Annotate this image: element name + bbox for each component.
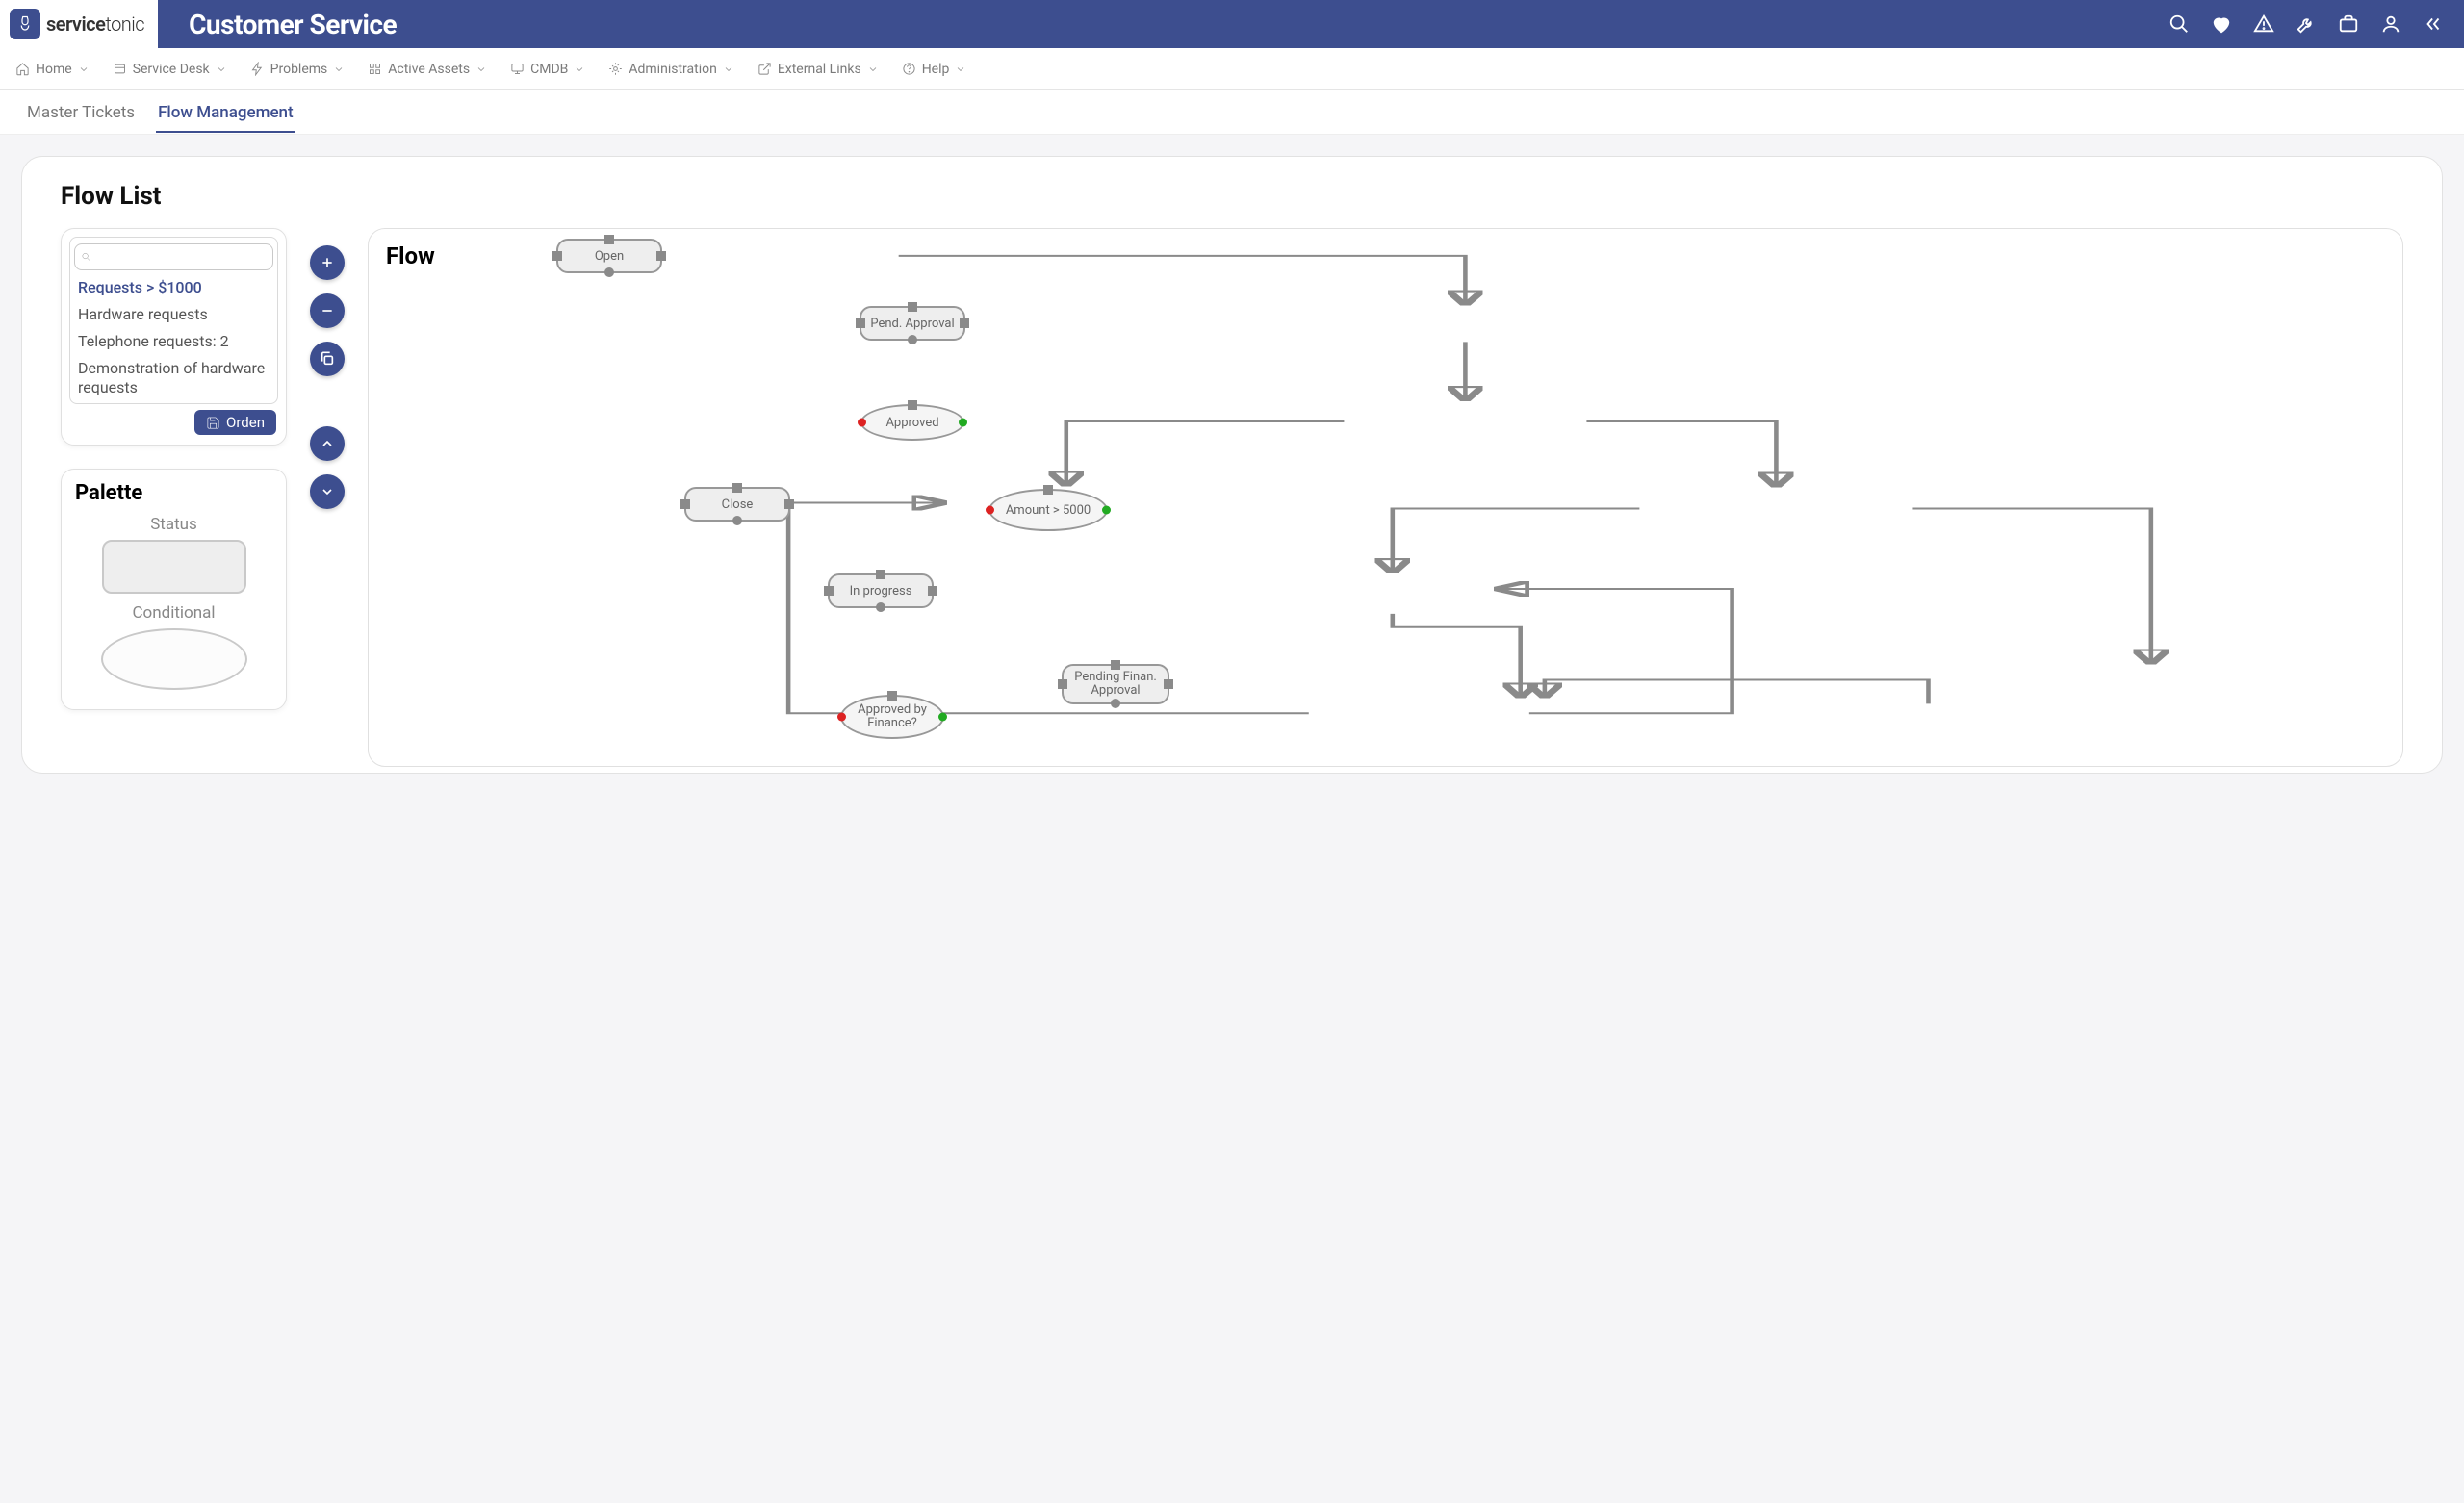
palette-conditional-shape[interactable] — [101, 628, 247, 690]
logo[interactable]: servicetonic — [0, 0, 158, 48]
order-button[interactable]: Orden — [194, 410, 276, 435]
nav-bar: Home Service Desk Problems Active Assets… — [0, 48, 2464, 90]
chevron-down-icon — [475, 64, 487, 75]
flow-list-title: Flow List — [61, 182, 2403, 211]
remove-flow-button[interactable] — [310, 293, 345, 328]
nav-label: Service Desk — [133, 62, 210, 77]
move-down-button[interactable] — [310, 474, 345, 509]
add-flow-button[interactable] — [310, 245, 345, 280]
nav-label: CMDB — [530, 62, 568, 77]
node-approved-finance[interactable]: Approved by Finance? — [840, 695, 944, 739]
app-header: servicetonic Customer Service — [0, 0, 2464, 48]
flow-canvas[interactable]: Open Pend. Approval Approved Close — [484, 235, 2402, 766]
flow-list-panel: Requests > $1000 Hardware requests Telep… — [61, 228, 287, 446]
nav-service-desk[interactable]: Service Desk — [101, 48, 239, 90]
nav-label: Active Assets — [388, 62, 470, 77]
node-label: In progress — [850, 584, 912, 599]
nav-administration[interactable]: Administration — [597, 48, 745, 90]
nav-external-links[interactable]: External Links — [746, 48, 890, 90]
main-card: Flow List Requests > $1000 Hardware requ… — [21, 156, 2443, 774]
flow-canvas-panel: Flow — [368, 228, 2403, 767]
node-in-progress[interactable]: In progress — [828, 573, 934, 608]
logo-text-2: tonic — [105, 13, 144, 36]
tabs: Master Tickets Flow Management — [0, 90, 2464, 135]
flow-item[interactable]: Telephone requests: 2 — [74, 328, 273, 355]
nav-active-assets[interactable]: Active Assets — [356, 48, 499, 90]
nav-problems[interactable]: Problems — [239, 48, 357, 90]
page-title: Customer Service — [189, 9, 397, 40]
tab-flow-management[interactable]: Flow Management — [146, 92, 305, 133]
node-label: Pending Finan. Approval — [1069, 671, 1162, 699]
logo-text-1: service — [46, 13, 105, 36]
nav-label: Problems — [270, 62, 328, 77]
palette-status-label: Status — [75, 515, 272, 534]
flow-search[interactable] — [74, 243, 273, 270]
nav-help[interactable]: Help — [890, 48, 979, 90]
user-icon[interactable] — [2370, 3, 2412, 45]
heart-icon[interactable] — [2200, 3, 2243, 45]
node-label: Open — [595, 249, 624, 264]
nav-label: External Links — [778, 62, 861, 77]
palette-title: Palette — [75, 481, 272, 505]
nav-label: Help — [922, 62, 950, 77]
node-approved[interactable]: Approved — [860, 404, 964, 441]
nav-home[interactable]: Home — [4, 48, 101, 90]
chevron-down-icon — [78, 64, 90, 75]
node-label: Pend. Approval — [870, 317, 954, 331]
palette-status-shape[interactable] — [102, 540, 246, 594]
node-label: Approved by Finance? — [848, 703, 937, 731]
node-open[interactable]: Open — [556, 239, 662, 273]
wrench-icon[interactable] — [2285, 3, 2327, 45]
chevron-down-icon — [574, 64, 585, 75]
move-up-button[interactable] — [310, 426, 345, 461]
chevron-down-icon — [216, 64, 227, 75]
node-pending-finan[interactable]: Pending Finan. Approval — [1062, 664, 1169, 704]
collapse-icon[interactable] — [2412, 3, 2454, 45]
alert-icon[interactable] — [2243, 3, 2285, 45]
chevron-down-icon — [723, 64, 734, 75]
logo-icon — [10, 9, 40, 39]
flow-item[interactable]: Demonstration of hardware requests — [74, 355, 273, 401]
flow-search-input[interactable] — [91, 247, 267, 267]
node-amount[interactable]: Amount > 5000 — [988, 489, 1108, 531]
node-close[interactable]: Close — [684, 487, 790, 522]
palette-conditional-label: Conditional — [75, 603, 272, 623]
tab-master-tickets[interactable]: Master Tickets — [15, 92, 146, 133]
order-button-label: Orden — [226, 414, 265, 431]
nav-label: Administration — [629, 62, 716, 77]
palette-panel: Palette Status Conditional — [61, 469, 287, 710]
node-label: Approved — [886, 416, 938, 430]
chevron-down-icon — [867, 64, 879, 75]
search-icon[interactable] — [2158, 3, 2200, 45]
nav-label: Home — [36, 62, 72, 77]
briefcase-icon[interactable] — [2327, 3, 2370, 45]
node-label: Close — [722, 497, 754, 512]
chevron-down-icon — [955, 64, 966, 75]
node-pend-approval[interactable]: Pend. Approval — [860, 306, 965, 341]
flow-item[interactable]: Hardware requests — [74, 301, 273, 328]
flow-item[interactable]: Requests > $1000 — [74, 274, 273, 301]
chevron-down-icon — [333, 64, 345, 75]
node-label: Amount > 5000 — [1006, 503, 1091, 518]
nav-cmdb[interactable]: CMDB — [499, 48, 597, 90]
copy-flow-button[interactable] — [310, 342, 345, 376]
